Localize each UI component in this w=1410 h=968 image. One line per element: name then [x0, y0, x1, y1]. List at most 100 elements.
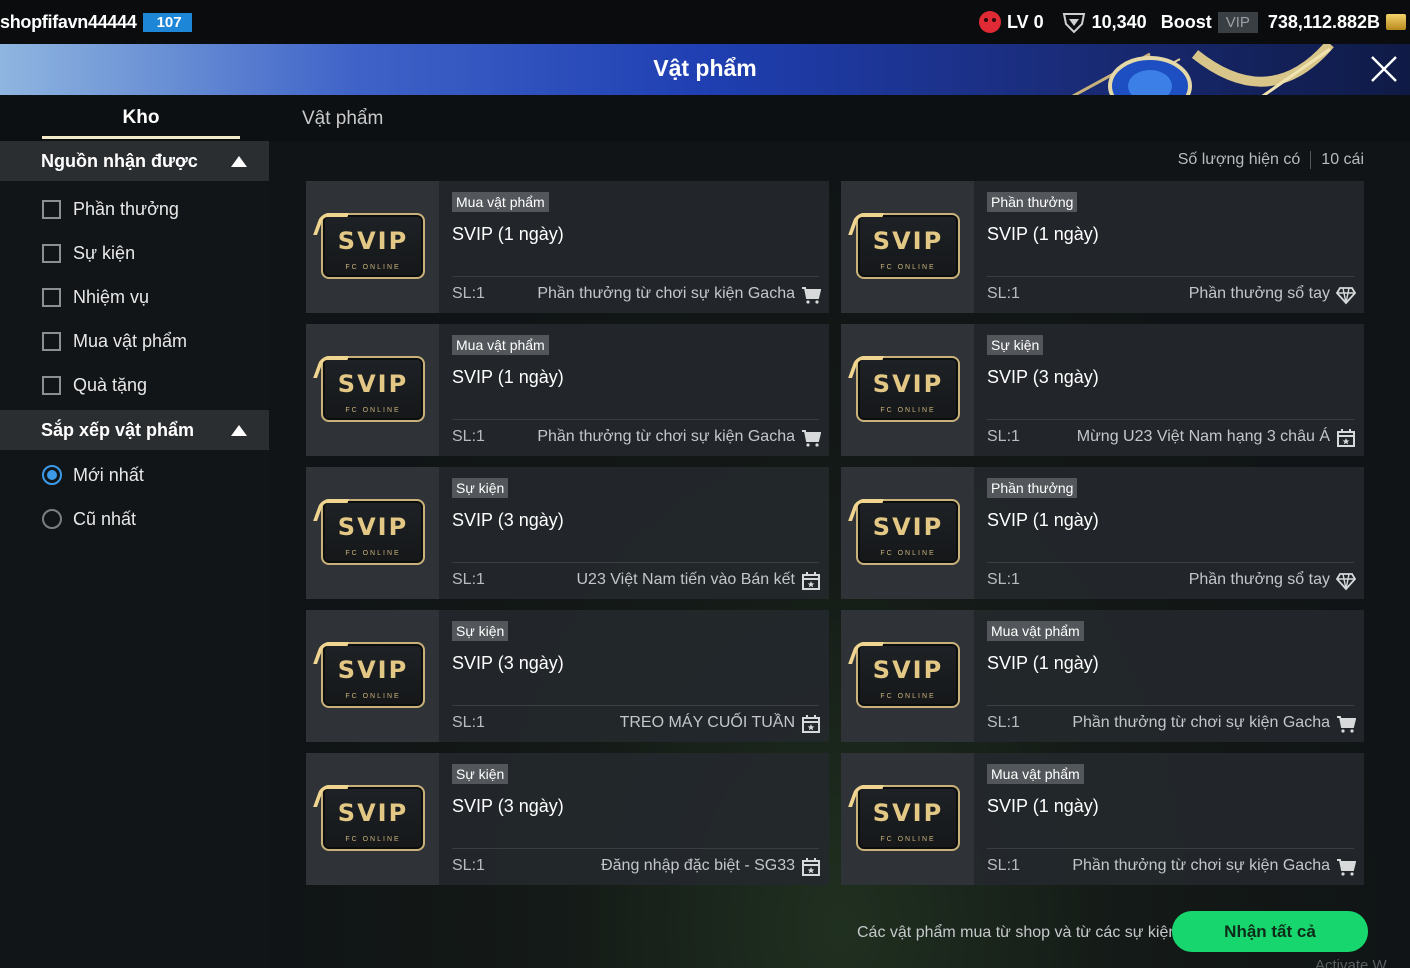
item-title: SVIP (3 ngày)	[452, 796, 564, 816]
filter-phan-thuong[interactable]: Phần thưởng	[0, 187, 269, 231]
sort-oldest[interactable]: Cũ nhất	[0, 497, 269, 541]
item-quantity: SL:1	[452, 714, 485, 731]
item-quantity: SL:1	[452, 428, 485, 445]
filter-mua-vat-pham[interactable]: Mua vật phẩm	[0, 319, 269, 363]
item-quantity: SL:1	[452, 571, 485, 588]
item-thumbnail: SVIP FC ONLINE	[306, 181, 439, 313]
divider	[987, 276, 1354, 277]
item-title: SVIP (1 ngày)	[987, 510, 1099, 530]
radio[interactable]	[42, 509, 62, 529]
diamond-icon	[1335, 571, 1357, 591]
item-title: SVIP (1 ngày)	[987, 224, 1099, 244]
shield-icon	[1062, 13, 1085, 34]
cart-icon	[801, 428, 822, 448]
svip-logo-sub: FC ONLINE	[345, 550, 401, 557]
item-source: U23 Việt Nam tiến vào Bán kết	[576, 571, 796, 588]
item-title: SVIP (1 ngày)	[452, 367, 564, 387]
checkbox[interactable]	[42, 287, 61, 307]
item-source: Phần thưởng từ chơi sự kiện Gacha	[537, 428, 795, 445]
tab-kho[interactable]: Kho	[42, 95, 240, 141]
item-title: SVIP (3 ngày)	[452, 653, 564, 673]
count-value: 10 cái	[1321, 151, 1364, 168]
calendar-icon	[801, 857, 821, 877]
item-card[interactable]: SVIP FC ONLINE Sự kiện SVIP (3 ngày) SL:1 U23…	[306, 467, 829, 599]
collapse-triangle-icon	[231, 425, 247, 436]
calendar-icon	[1336, 428, 1356, 448]
divider	[987, 562, 1354, 563]
svip-logo-text: SVIP	[872, 513, 944, 541]
divider	[1310, 151, 1312, 169]
item-tag: Sự kiện	[452, 764, 509, 784]
item-card[interactable]: SVIP FC ONLINE Mua vật phẩm SVIP (1 ngày) SL…	[841, 610, 1364, 742]
item-thumbnail: SVIP FC ONLINE	[841, 610, 974, 742]
sort-newest[interactable]: Mới nhất	[0, 453, 269, 497]
svip-logo-icon: SVIP FC ONLINE	[312, 356, 425, 422]
lv-value: LV 0	[1006, 11, 1044, 32]
svip-logo-icon: SVIP FC ONLINE	[312, 499, 425, 565]
svip-logo-sub: FC ONLINE	[345, 264, 401, 271]
divider	[452, 276, 819, 277]
item-card[interactable]: SVIP FC ONLINE Mua vật phẩm SVIP (1 ngày) SL…	[841, 753, 1364, 885]
checkbox[interactable]	[42, 375, 61, 395]
filter-label: Quà tặng	[73, 374, 148, 395]
item-thumbnail: SVIP FC ONLINE	[841, 181, 974, 313]
item-quantity: SL:1	[452, 857, 485, 874]
item-title: SVIP (3 ngày)	[452, 510, 564, 530]
item-source: Phần thưởng sổ tay	[1188, 571, 1330, 588]
checkbox[interactable]	[42, 199, 61, 219]
svip-logo-text: SVIP	[872, 799, 944, 827]
item-card[interactable]: SVIP FC ONLINE Sự kiện SVIP (3 ngày) SL:1 TRE…	[306, 610, 829, 742]
close-icon[interactable]	[1368, 53, 1400, 85]
item-count: Số lượng hiện có 10 cái	[1178, 151, 1364, 169]
filter-qua-tang[interactable]: Quà tặng	[0, 363, 269, 407]
item-card[interactable]: SVIP FC ONLINE Mua vật phẩm SVIP (1 ngày) SL…	[306, 181, 829, 313]
page-title: Vật phẩm	[653, 55, 757, 81]
divider	[452, 705, 819, 706]
svip-logo-text: SVIP	[872, 370, 944, 398]
item-card[interactable]: SVIP FC ONLINE Sự kiện SVIP (3 ngày) SL:1 Mừn…	[841, 324, 1364, 456]
filter-label: Phần thưởng	[73, 198, 179, 219]
svip-logo-text: SVIP	[337, 370, 409, 398]
vip-badge: VIP	[1217, 11, 1258, 33]
checkbox[interactable]	[42, 243, 61, 263]
radio-selected[interactable]	[42, 465, 62, 485]
svip-logo-sub: FC ONLINE	[880, 550, 936, 557]
item-card[interactable]: SVIP FC ONLINE Mua vật phẩm SVIP (1 ngày) SL…	[306, 324, 829, 456]
sort-header[interactable]: Sắp xếp vật phẩm	[0, 410, 269, 450]
count-label: Số lượng hiện có	[1177, 151, 1301, 168]
svip-logo-icon: SVIP FC ONLINE	[847, 356, 960, 422]
item-quantity: SL:1	[452, 285, 485, 302]
item-card[interactable]: SVIP FC ONLINE Phần thưởng SVIP (1 ngày) SL:…	[841, 467, 1364, 599]
svip-logo-text: SVIP	[337, 227, 409, 255]
item-tag: Mua vật phẩm	[987, 621, 1084, 641]
filter-nhiem-vu[interactable]: Nhiệm vụ	[0, 275, 269, 319]
item-list-panel: Số lượng hiện có 10 cái SVIP FC ONLINE Mua…	[269, 141, 1410, 968]
item-source: Phần thưởng từ chơi sự kiện Gacha	[1072, 714, 1330, 731]
coin-stack-icon	[1386, 14, 1406, 30]
item-quantity: SL:1	[987, 428, 1020, 445]
item-tag: Sự kiện	[987, 335, 1044, 355]
item-source: Phần thưởng sổ tay	[1188, 285, 1330, 302]
item-card[interactable]: SVIP FC ONLINE Sự kiện SVIP (3 ngày) SL:1 Đăn…	[306, 753, 829, 885]
calendar-icon	[801, 571, 821, 591]
filter-su-kien[interactable]: Sự kiện	[0, 231, 269, 275]
svip-logo-sub: FC ONLINE	[880, 836, 936, 843]
item-quantity: SL:1	[987, 571, 1020, 588]
svip-logo-sub: FC ONLINE	[880, 693, 936, 700]
svip-logo-icon: SVIP FC ONLINE	[847, 499, 960, 565]
cart-icon	[1336, 714, 1357, 734]
angry-face-icon	[978, 11, 1001, 33]
tab-vat-pham[interactable]: Vật phẩm	[302, 95, 383, 143]
claim-all-button[interactable]: Nhận tất cả	[1172, 911, 1368, 952]
item-title: SVIP (1 ngày)	[452, 224, 564, 244]
svip-logo-icon: SVIP FC ONLINE	[847, 785, 960, 851]
source-filter-header[interactable]: Nguồn nhận được	[0, 141, 269, 181]
username: shopfifavn44444	[0, 11, 137, 32]
checkbox[interactable]	[42, 331, 61, 351]
item-thumbnail: SVIP FC ONLINE	[841, 467, 974, 599]
item-title: SVIP (1 ngày)	[987, 653, 1099, 673]
calendar-icon	[801, 714, 821, 734]
svip-logo-icon: SVIP FC ONLINE	[847, 642, 960, 708]
item-card[interactable]: SVIP FC ONLINE Phần thưởng SVIP (1 ngày) SL:…	[841, 181, 1364, 313]
svip-logo-text: SVIP	[872, 227, 944, 255]
